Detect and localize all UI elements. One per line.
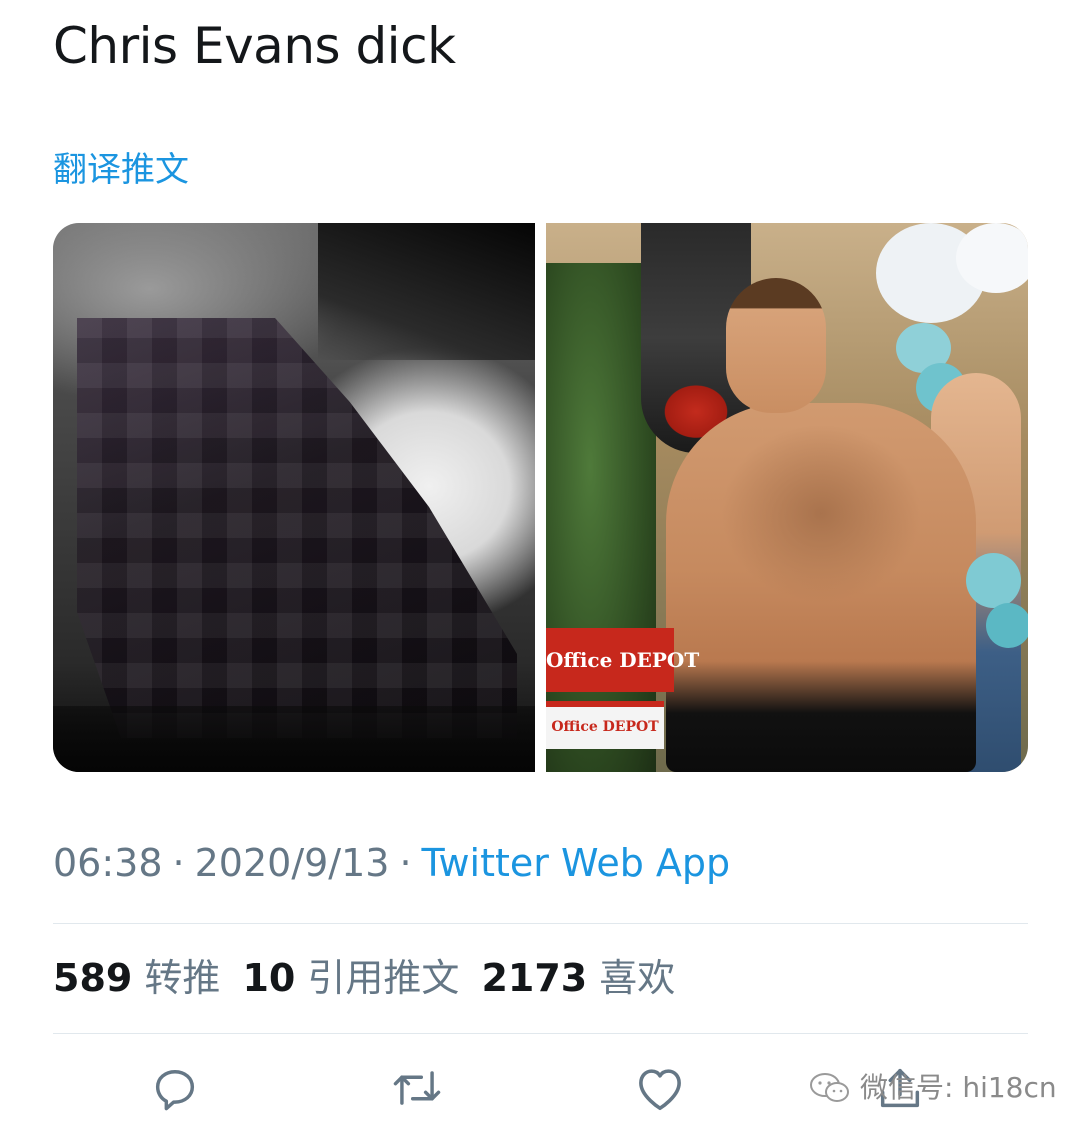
reply-button[interactable] (145, 1060, 205, 1120)
translate-tweet-link[interactable]: 翻译推文 (53, 148, 189, 192)
watermark-text: 微信号: hi18cn (860, 1071, 1057, 1104)
photo-foliage (546, 263, 656, 772)
quotes-stat[interactable]: 10 引用推文 (242, 956, 481, 1000)
heart-icon (633, 1063, 687, 1117)
media-photo-1[interactable] (53, 223, 535, 772)
tweet-date[interactable]: 2020/9/13 (195, 841, 390, 885)
photo-man-head (726, 278, 826, 413)
tweet-time: 06:38 (53, 841, 163, 885)
quotes-count: 10 (242, 956, 296, 1000)
photo-balloon (966, 553, 1021, 608)
likes-stat[interactable]: 2173 喜欢 (481, 956, 697, 1000)
retweets-count: 589 (53, 956, 133, 1000)
photo-sign-box: Office DEPOT (546, 701, 664, 749)
like-button[interactable] (630, 1060, 690, 1120)
media-photo-2[interactable]: Office DEPOT Office DEPOT (546, 223, 1028, 772)
wechat-icon (808, 1070, 852, 1106)
photo-shadow (318, 223, 535, 361)
photo-balloon (986, 603, 1028, 648)
retweets-label: 转推 (144, 956, 221, 1000)
divider (53, 1033, 1028, 1034)
wechat-watermark: 微信号: hi18cn (808, 1068, 1057, 1108)
tweet-stats: 589 转推 10 引用推文 2173 喜欢 (53, 953, 697, 1003)
tweet-source-link[interactable]: Twitter Web App (422, 841, 731, 885)
photo-sign: Office DEPOT (546, 628, 699, 692)
tweet-text: Chris Evans dick (53, 17, 456, 75)
meta-separator: · (399, 841, 412, 885)
likes-label: 喜欢 (599, 956, 676, 1000)
likes-count: 2173 (481, 956, 588, 1000)
meta-separator: · (172, 841, 185, 885)
pixelated-censor-block (77, 318, 517, 738)
tweet-media-grid: Office DEPOT Office DEPOT (53, 223, 1028, 772)
tweet-meta: 06:38 · 2020/9/13 · Twitter Web App (53, 838, 730, 888)
retweet-icon (389, 1062, 445, 1118)
photo-balloon (956, 223, 1028, 293)
retweet-button[interactable] (387, 1060, 447, 1120)
reply-icon (149, 1062, 201, 1118)
quotes-label: 引用推文 (307, 956, 460, 1000)
retweets-stat[interactable]: 589 转推 (53, 956, 242, 1000)
photo-dark-floor (53, 706, 535, 772)
photo-man-torso (666, 403, 976, 772)
divider (53, 923, 1028, 924)
